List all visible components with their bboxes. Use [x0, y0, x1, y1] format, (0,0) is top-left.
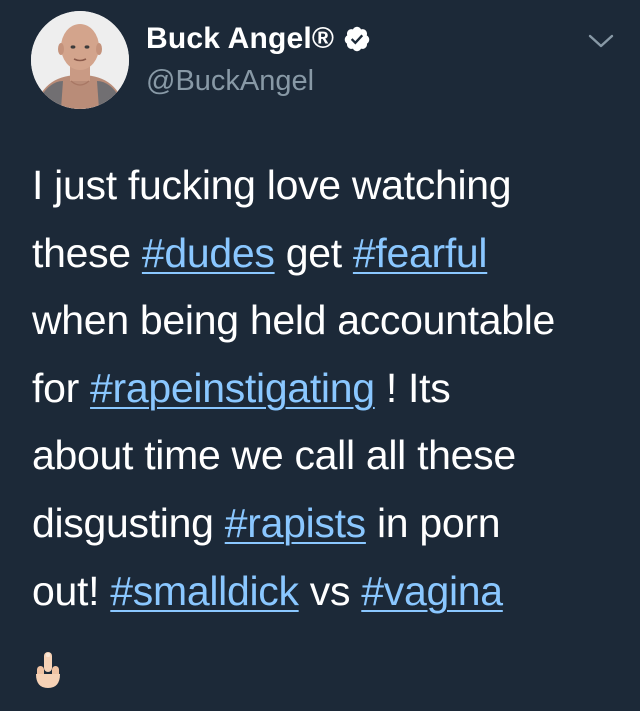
tweet-text-line [32, 625, 622, 693]
hashtag-link[interactable]: #dudes [142, 230, 275, 276]
hashtag-link[interactable]: #fearful [353, 230, 488, 276]
tweet-text-line: I just fucking love watching [32, 152, 622, 220]
chevron-down-icon [588, 33, 614, 54]
display-name[interactable]: Buck Angel® [146, 22, 334, 56]
middle-finger-emoji [32, 643, 64, 689]
tweet-text-segment: in porn [365, 499, 501, 546]
tweet-text-segment: vs [298, 567, 362, 614]
display-name-row: Buck Angel® [146, 19, 371, 59]
hashtag-link[interactable]: #rapeinstigating [90, 365, 375, 411]
tweet-text-line: these #dudes get #fearful [32, 220, 622, 288]
tweet-text-segment: disgusting [32, 499, 225, 546]
tweet-card: Buck Angel® @BuckAngel I just fucking lo… [0, 0, 640, 707]
user-handle[interactable]: @BuckAngel [146, 65, 371, 98]
tweet-text-line: disgusting #rapists in porn [32, 490, 622, 558]
tweet-text-segment: these [32, 229, 142, 276]
tweet-menu-button[interactable] [581, 25, 621, 61]
hashtag-link[interactable]: #smalldick [110, 568, 299, 614]
tweet-text-line: about time we call all these [32, 422, 622, 490]
tweet-text-segment: ! Its [374, 364, 451, 411]
tweet-text-line: when being held accountable [32, 287, 622, 355]
display-name-text[interactable]: Buck Angel [146, 22, 312, 55]
tweet-text-segment: out! [32, 567, 111, 614]
verified-badge-icon [343, 25, 371, 53]
tweet-text-segment: get [274, 229, 353, 276]
tweet-text-line: out! #smalldick vs #vagina [32, 558, 622, 626]
hashtag-link[interactable]: #rapists [225, 500, 366, 546]
tweet-text-segment: when being held accountable [32, 297, 556, 344]
tweet-text-segment: for [32, 364, 91, 411]
tweet-text-segment: I just fucking love watching [32, 162, 512, 208]
user-names: Buck Angel® @BuckAngel [146, 19, 371, 98]
tweet-text-segment: about time we call all these [32, 432, 516, 479]
hashtag-link[interactable]: #vagina [361, 568, 503, 614]
registered-mark: ® [311, 22, 335, 55]
avatar-image [31, 11, 129, 109]
tweet-header: Buck Angel® @BuckAngel [31, 11, 621, 111]
avatar[interactable] [31, 11, 129, 109]
tweet-text: I just fucking love watching these #dudes… [32, 152, 622, 693]
tweet-text-line: for #rapeinstigating ! Its [32, 355, 622, 423]
